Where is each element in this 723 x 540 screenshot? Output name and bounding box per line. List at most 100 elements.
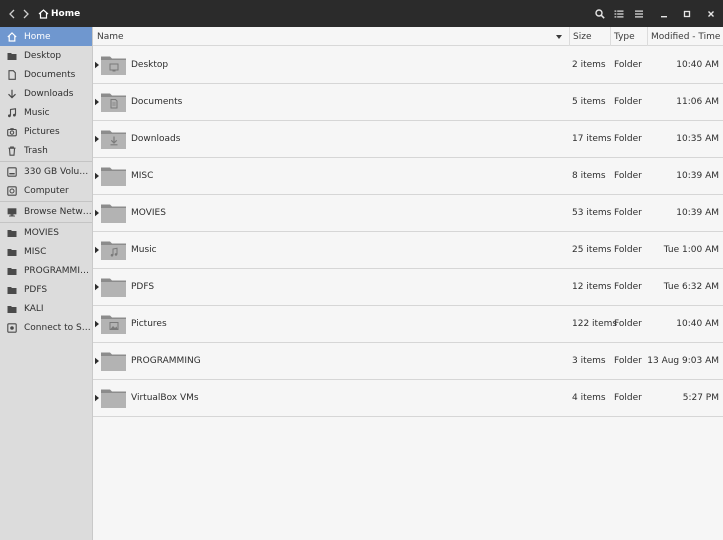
file-size: 5 items (572, 97, 606, 107)
file-name: PDFS (131, 282, 155, 292)
sidebar-item-kali[interactable]: KALI (0, 299, 92, 318)
view-toggle-button[interactable] (612, 6, 626, 21)
file-row-movies[interactable]: MOVIES 53 items Folder 10:39 AM (93, 195, 723, 232)
file-type: Folder (614, 245, 642, 255)
folder-icon (7, 285, 17, 295)
file-name: MISC (131, 171, 154, 181)
search-button[interactable] (593, 6, 607, 21)
file-modified-time: 11:06 AM (676, 97, 719, 107)
back-button[interactable] (5, 6, 19, 21)
home-icon (7, 31, 17, 42)
maximize-button[interactable] (680, 6, 694, 21)
file-size: 122 items (572, 319, 618, 329)
file-type: Folder (614, 171, 642, 181)
sidebar-item-volume[interactable]: 330 GB Volume (0, 162, 92, 181)
file-size: 3 items (572, 356, 606, 366)
sidebar-item-programming[interactable]: PROGRAMMING (0, 261, 92, 280)
menu-button[interactable] (632, 6, 646, 21)
file-row-desktop[interactable]: Desktop 2 items Folder 10:40 AM (93, 47, 723, 84)
minimize-button[interactable] (657, 6, 671, 21)
file-size: 53 items (572, 208, 612, 218)
server-icon (7, 322, 17, 333)
close-icon (708, 10, 714, 17)
desktop-icon (7, 51, 17, 61)
camera-icon (7, 127, 17, 137)
file-modified-time: 10:40 AM (676, 60, 719, 70)
folder-icon (7, 266, 17, 276)
minimize-icon (661, 15, 667, 17)
file-type: Folder (614, 319, 642, 329)
column-header-type[interactable]: Type (610, 27, 647, 46)
file-size: 4 items (572, 393, 606, 403)
home-icon (38, 8, 49, 19)
file-type: Folder (614, 134, 642, 144)
sidebar-item-documents[interactable]: Documents (0, 65, 92, 84)
file-name: Music (131, 245, 157, 255)
sidebar-item-trash[interactable]: Trash (0, 141, 92, 160)
column-header-modified[interactable]: Modified - Time (647, 27, 723, 46)
chevron-right-icon (23, 9, 29, 18)
file-row-music[interactable]: Music 25 items Folder Tue 1:00 AM (93, 232, 723, 269)
file-name: Desktop (131, 60, 169, 70)
file-row-pictures[interactable]: Pictures 122 items Folder 10:40 AM (93, 306, 723, 343)
column-header-size[interactable]: Size (569, 27, 610, 46)
forward-button[interactable] (19, 6, 33, 21)
file-row-downloads[interactable]: Downloads 17 items Folder 10:35 AM (93, 121, 723, 158)
file-name: Documents (131, 97, 183, 107)
sidebar-item-pdfs[interactable]: PDFS (0, 280, 92, 299)
file-row-programming[interactable]: PROGRAMMING 3 items Folder 13 Aug 9:03 AM (93, 343, 723, 380)
file-size: 2 items (572, 60, 606, 70)
file-modified-time: 10:40 AM (676, 319, 719, 329)
sidebar-item-browse-network[interactable]: Browse Network (0, 202, 92, 221)
file-modified-time: 10:35 AM (676, 134, 719, 144)
chevron-left-icon (9, 9, 15, 18)
folder-icon (101, 389, 126, 408)
download-icon (7, 89, 17, 99)
file-name: PROGRAMMING (131, 356, 201, 366)
path-bar-home-button[interactable]: Home (38, 5, 80, 22)
sidebar-item-music[interactable]: Music (0, 103, 92, 122)
file-row-documents[interactable]: Documents 5 items Folder 11:06 AM (93, 84, 723, 121)
folder-icon (101, 130, 126, 149)
file-modified-time: 10:39 AM (676, 208, 719, 218)
file-type: Folder (614, 60, 642, 70)
maximize-icon (683, 10, 691, 17)
file-modified-time: Tue 1:00 AM (663, 245, 719, 255)
column-header-name[interactable]: Name (93, 27, 569, 46)
sidebar-item-home[interactable]: Home (0, 27, 92, 46)
sidebar-item-computer[interactable]: Computer (0, 181, 92, 200)
file-size: 8 items (572, 171, 606, 181)
sidebar-item-desktop[interactable]: Desktop (0, 46, 92, 65)
sidebar-item-misc[interactable]: MISC (0, 242, 92, 261)
folder-icon (7, 247, 17, 257)
file-type: Folder (614, 356, 642, 366)
file-name: VirtualBox VMs (131, 393, 199, 403)
file-size: 12 items (572, 282, 612, 292)
network-icon (7, 207, 17, 217)
file-modified-time: 5:27 PM (682, 393, 719, 403)
file-row-misc[interactable]: MISC 8 items Folder 10:39 AM (93, 158, 723, 195)
sidebar: Home Desktop Documents Downloads Music P… (0, 27, 93, 540)
sidebar-item-pictures[interactable]: Pictures (0, 122, 92, 141)
folder-icon (101, 93, 126, 112)
file-type: Folder (614, 393, 642, 403)
file-row-virtualbox-vms[interactable]: VirtualBox VMs 4 items Folder 5:27 PM (93, 380, 723, 417)
music-icon (7, 107, 17, 118)
hamburger-menu-icon (635, 10, 643, 17)
close-button[interactable] (704, 6, 718, 21)
sidebar-item-movies[interactable]: MOVIES (0, 223, 92, 242)
header-bar: Home (0, 0, 723, 27)
folder-icon (101, 241, 126, 260)
sidebar-item-connect-to-server[interactable]: Connect to Ser… (0, 318, 92, 337)
document-icon (7, 69, 17, 80)
folder-icon (101, 204, 126, 223)
file-size: 17 items (572, 134, 612, 144)
file-modified-time: Tue 6:32 AM (663, 282, 719, 292)
sidebar-item-downloads[interactable]: Downloads (0, 84, 92, 103)
folder-icon (101, 315, 126, 334)
list-view-icon (614, 10, 624, 17)
folder-icon (101, 278, 126, 297)
file-name: Downloads (131, 134, 181, 144)
file-row-pdfs[interactable]: PDFS 12 items Folder Tue 6:32 AM (93, 269, 723, 306)
folder-icon (7, 304, 17, 314)
